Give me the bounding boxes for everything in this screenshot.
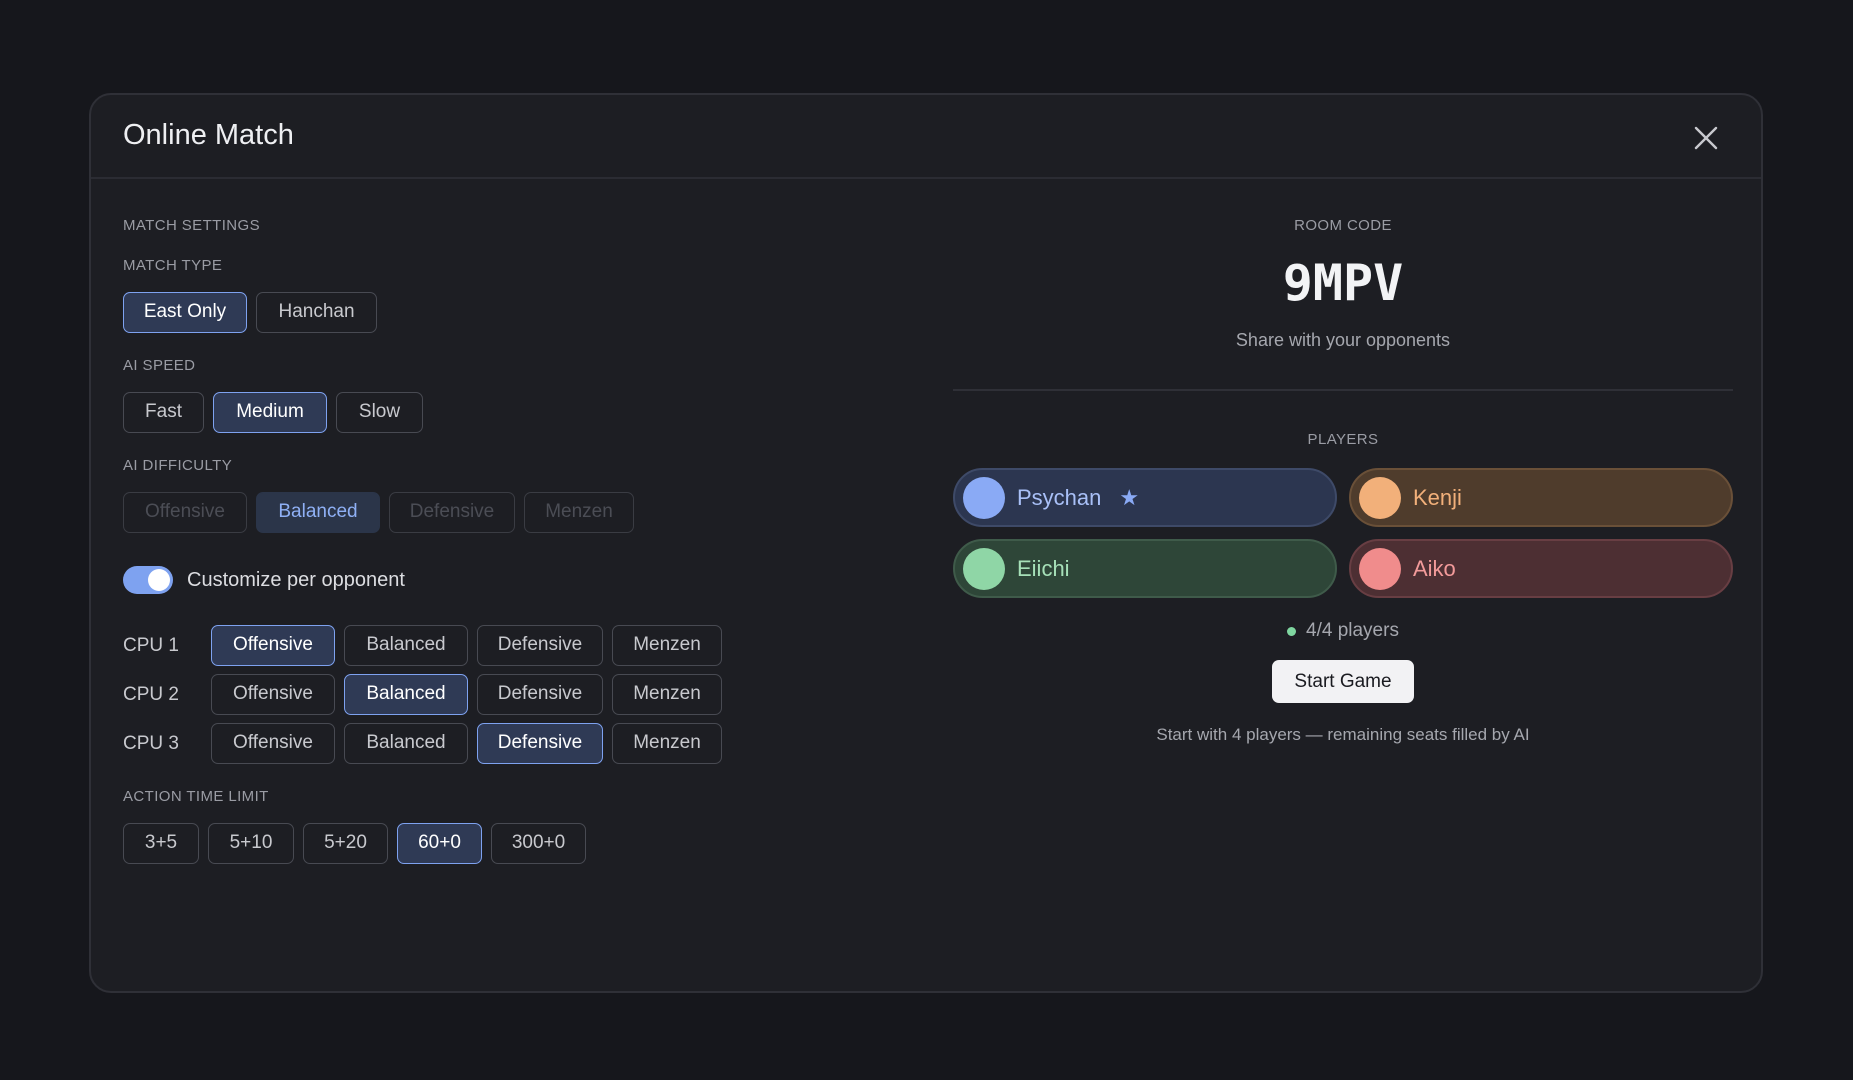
toggle-knob [148,569,170,591]
status-dot-icon [1287,626,1297,636]
avatar [963,547,1005,590]
ai-speed-label: AI SPEED [123,357,196,374]
modal-header: Online Match [91,95,1761,179]
player-name: Kenji [1413,484,1462,510]
ai-difficulty-menzen: Menzen [524,492,634,533]
cpu-1-balanced[interactable]: Balanced [344,625,468,666]
match-settings-heading: MATCH SETTINGS [123,217,260,234]
match-type-label: MATCH TYPE [123,257,223,274]
cpu-3-offensive[interactable]: Offensive [211,723,335,764]
player-chip-eiichi: Eiichi [953,539,1337,598]
avatar [963,476,1005,519]
ai-difficulty-offensive: Offensive [123,492,247,533]
player-chip-aiko: Aiko [1349,539,1733,598]
start-note: Start with 4 players — remaining seats f… [1156,725,1530,744]
player-count-status: 4/4 players [953,620,1733,642]
close-icon [1694,126,1718,150]
divider [953,389,1733,391]
room-panel: ROOM CODE 9MPV Share with your opponents… [953,215,1733,745]
cpu-2-menzen[interactable]: Menzen [612,674,722,715]
ai-speed-slow[interactable]: Slow [336,392,423,433]
ai-difficulty-options: Offensive Balanced Defensive Menzen [123,492,883,533]
time-limit-5-10[interactable]: 5+10 [208,823,294,864]
cpu-1-menzen[interactable]: Menzen [612,625,722,666]
share-text: Share with your opponents [1235,330,1451,350]
player-count-text: 4/4 players [1306,620,1399,641]
ai-speed-medium[interactable]: Medium [213,392,327,433]
ai-difficulty-label: AI DIFFICULTY [123,457,233,474]
cpu-2-defensive[interactable]: Defensive [477,674,603,715]
cpu-1-label: CPU 1 [123,634,179,656]
customize-toggle[interactable] [123,566,173,594]
ai-speed-options: Fast Medium Slow [123,392,883,433]
time-limit-300-0[interactable]: 300+0 [491,823,586,864]
avatar [1359,547,1401,590]
modal-title: Online Match [123,119,294,151]
cpu-row: CPU 2 Offensive Balanced Defensive Menze… [123,674,883,715]
time-limit-5-20[interactable]: 5+20 [303,823,388,864]
match-type-options: East Only Hanchan [123,292,883,333]
ai-difficulty-balanced: Balanced [256,492,380,533]
time-limit-3-5[interactable]: 3+5 [123,823,199,864]
player-chip-psychan: Psychan ★ [953,468,1337,527]
ai-difficulty-defensive: Defensive [389,492,515,533]
start-game-button[interactable]: Start Game [1272,660,1414,703]
cpu-row: CPU 1 Offensive Balanced Defensive Menze… [123,625,883,666]
online-match-modal: Online Match MATCH SETTINGS MATCH TYPE E… [89,93,1763,993]
cpu-row: CPU 3 Offensive Balanced Defensive Menze… [123,723,883,764]
cpu-2-offensive[interactable]: Offensive [211,674,335,715]
host-star-icon: ★ [1119,484,1140,510]
cpu-2-label: CPU 2 [123,683,179,705]
time-limit-options: 3+5 5+10 5+20 60+0 300+0 [123,823,883,864]
time-limit-60-0[interactable]: 60+0 [397,823,482,864]
avatar [1359,476,1401,519]
match-type-east-only[interactable]: East Only [123,292,247,333]
room-code-label: ROOM CODE [1294,217,1392,234]
cpu-2-balanced[interactable]: Balanced [344,674,468,715]
close-button[interactable] [1691,123,1721,153]
players-grid: Psychan ★ Kenji Eiichi Aiko [953,468,1733,598]
customize-row: Customize per opponent [123,566,883,594]
player-name: Aiko [1413,555,1456,581]
match-type-hanchan[interactable]: Hanchan [256,292,377,333]
player-name: Eiichi [1017,555,1070,581]
cpu-3-defensive[interactable]: Defensive [477,723,603,764]
player-chip-kenji: Kenji [1349,468,1733,527]
customize-label: Customize per opponent [187,568,405,591]
cpu-settings: CPU 1 Offensive Balanced Defensive Menze… [123,625,883,764]
room-code: 9MPV [1282,254,1404,312]
player-name: Psychan [1017,484,1102,510]
players-label: PLAYERS [1307,431,1379,448]
match-settings-panel: MATCH SETTINGS MATCH TYPE East Only Hanc… [123,215,883,864]
ai-speed-fast[interactable]: Fast [123,392,204,433]
cpu-3-menzen[interactable]: Menzen [612,723,722,764]
cpu-1-offensive[interactable]: Offensive [211,625,335,666]
time-limit-label: ACTION TIME LIMIT [123,788,269,805]
cpu-1-defensive[interactable]: Defensive [477,625,603,666]
cpu-3-label: CPU 3 [123,732,179,754]
cpu-3-balanced[interactable]: Balanced [344,723,468,764]
